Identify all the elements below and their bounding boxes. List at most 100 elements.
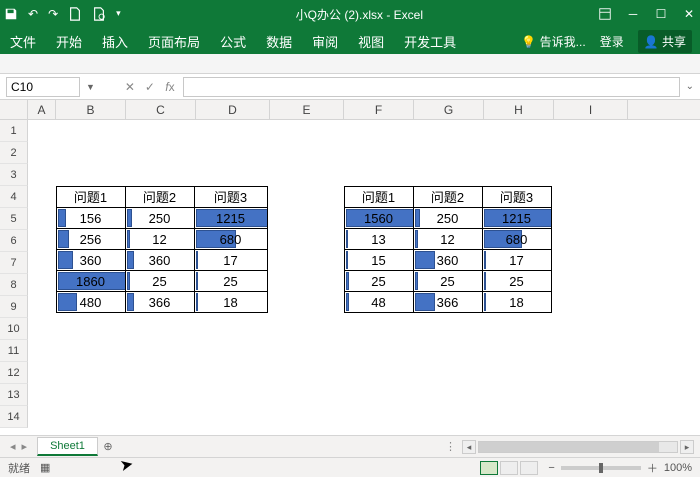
- enter-icon[interactable]: ✓: [143, 80, 157, 94]
- row-8[interactable]: 8: [0, 274, 28, 296]
- col-I[interactable]: I: [554, 100, 628, 119]
- col-C[interactable]: C: [126, 100, 196, 119]
- col-D[interactable]: D: [196, 100, 270, 119]
- table-cell[interactable]: 480: [56, 291, 126, 313]
- zoom-level[interactable]: 100%: [664, 462, 692, 474]
- tab-view[interactable]: 视图: [358, 32, 384, 51]
- minimize-icon[interactable]: ─: [626, 7, 640, 21]
- table-cell[interactable]: 256: [56, 228, 126, 250]
- maximize-icon[interactable]: ☐: [654, 7, 668, 21]
- tab-developer[interactable]: 开发工具: [404, 32, 456, 51]
- table-cell[interactable]: 17: [194, 249, 268, 271]
- table-row[interactable]: 4836618: [344, 291, 551, 312]
- tellme[interactable]: 💡 告诉我...: [521, 33, 585, 50]
- table-cell[interactable]: 15: [344, 249, 414, 271]
- zoom-in-icon[interactable]: ＋: [647, 460, 658, 476]
- table-cell[interactable]: 25: [125, 270, 195, 292]
- row-3[interactable]: 3: [0, 164, 28, 186]
- sheet-nav-first-icon[interactable]: ◂: [10, 440, 16, 453]
- sheet-nav-last-icon[interactable]: ▸: [22, 440, 28, 453]
- view-break-icon[interactable]: [520, 461, 538, 475]
- share-button[interactable]: 👤 共享: [638, 30, 692, 53]
- table-header[interactable]: 问题2: [125, 186, 195, 208]
- table-row[interactable]: 48036618: [56, 291, 267, 312]
- hscroll-track[interactable]: [478, 441, 678, 453]
- table-cell[interactable]: 1215: [194, 207, 268, 229]
- col-F[interactable]: F: [344, 100, 414, 119]
- print-preview-icon[interactable]: [92, 7, 106, 22]
- row-11[interactable]: 11: [0, 340, 28, 362]
- table-header[interactable]: 问题3: [482, 186, 552, 208]
- ribbon-options-icon[interactable]: [598, 7, 612, 22]
- col-G[interactable]: G: [414, 100, 484, 119]
- table-cell[interactable]: 25: [344, 270, 414, 292]
- table-cell[interactable]: 366: [413, 291, 483, 313]
- macro-record-icon[interactable]: ▦: [40, 461, 50, 474]
- table-cell[interactable]: 18: [194, 291, 268, 313]
- table-cell[interactable]: 680: [482, 228, 552, 250]
- table-cell[interactable]: 360: [56, 249, 126, 271]
- row-7[interactable]: 7: [0, 252, 28, 274]
- col-A[interactable]: A: [28, 100, 56, 119]
- table-cell[interactable]: 25: [194, 270, 268, 292]
- redo-icon[interactable]: ↷: [48, 7, 58, 21]
- zoom-out-icon[interactable]: −: [548, 462, 554, 474]
- hscroll-thumb[interactable]: [479, 442, 659, 452]
- row-1[interactable]: 1: [0, 120, 28, 142]
- name-box-dropdown-icon[interactable]: ▼: [86, 82, 95, 92]
- login-button[interactable]: 登录: [600, 33, 624, 50]
- select-all-corner[interactable]: [0, 100, 28, 120]
- table-cell[interactable]: 17: [482, 249, 552, 271]
- formula-bar[interactable]: [183, 77, 680, 97]
- close-icon[interactable]: ✕: [682, 7, 696, 21]
- row-12[interactable]: 12: [0, 362, 28, 384]
- col-B[interactable]: B: [56, 100, 126, 119]
- col-E[interactable]: E: [270, 100, 344, 119]
- row-14[interactable]: 14: [0, 406, 28, 428]
- hscroll-left-icon[interactable]: ◂: [462, 440, 476, 454]
- table-cell[interactable]: 25: [413, 270, 483, 292]
- col-H[interactable]: H: [484, 100, 554, 119]
- expand-formula-icon[interactable]: ⌄: [686, 81, 694, 92]
- row-headers[interactable]: 1234567891011121314: [0, 120, 28, 428]
- table-cell[interactable]: 680: [194, 228, 268, 250]
- table-cell[interactable]: 360: [125, 249, 195, 271]
- tab-layout[interactable]: 页面布局: [148, 32, 200, 51]
- table-cell[interactable]: 1215: [482, 207, 552, 229]
- table-cell[interactable]: 360: [413, 249, 483, 271]
- zoom-slider[interactable]: [561, 466, 641, 470]
- table-row[interactable]: 36036017: [56, 249, 267, 270]
- table-cell[interactable]: 18: [482, 291, 552, 313]
- sheet-tab[interactable]: Sheet1: [37, 437, 98, 456]
- table-row[interactable]: 25612680: [56, 228, 267, 249]
- table-cell[interactable]: 25: [482, 270, 552, 292]
- table-row[interactable]: 252525: [344, 270, 551, 291]
- row-9[interactable]: 9: [0, 296, 28, 318]
- row-5[interactable]: 5: [0, 208, 28, 230]
- table-cell[interactable]: 12: [125, 228, 195, 250]
- spreadsheet-grid[interactable]: A B C D E F G H I 1234567891011121314 问题…: [0, 100, 700, 435]
- row-10[interactable]: 10: [0, 318, 28, 340]
- table-header[interactable]: 问题3: [194, 186, 268, 208]
- table-cell[interactable]: 1860: [56, 270, 126, 292]
- save-icon[interactable]: [4, 7, 18, 22]
- table-cell[interactable]: 12: [413, 228, 483, 250]
- hscroll-right-icon[interactable]: ▸: [680, 440, 694, 454]
- tab-review[interactable]: 审阅: [312, 32, 338, 51]
- fx-icon[interactable]: fx: [163, 80, 177, 94]
- cancel-icon[interactable]: ✕: [123, 80, 137, 94]
- table-cell[interactable]: 250: [125, 207, 195, 229]
- tab-data[interactable]: 数据: [266, 32, 292, 51]
- table-cell[interactable]: 48: [344, 291, 414, 313]
- new-icon[interactable]: [68, 7, 82, 22]
- table-cell[interactable]: 366: [125, 291, 195, 313]
- column-headers[interactable]: A B C D E F G H I: [28, 100, 700, 120]
- row-2[interactable]: 2: [0, 142, 28, 164]
- undo-icon[interactable]: ↶: [28, 7, 38, 21]
- tab-insert[interactable]: 插入: [102, 32, 128, 51]
- tab-formulas[interactable]: 公式: [220, 32, 246, 51]
- table-row[interactable]: 1562501215: [56, 207, 267, 228]
- table-row[interactable]: 1536017: [344, 249, 551, 270]
- tab-file[interactable]: 文件: [10, 32, 36, 51]
- table-header[interactable]: 问题1: [56, 186, 126, 208]
